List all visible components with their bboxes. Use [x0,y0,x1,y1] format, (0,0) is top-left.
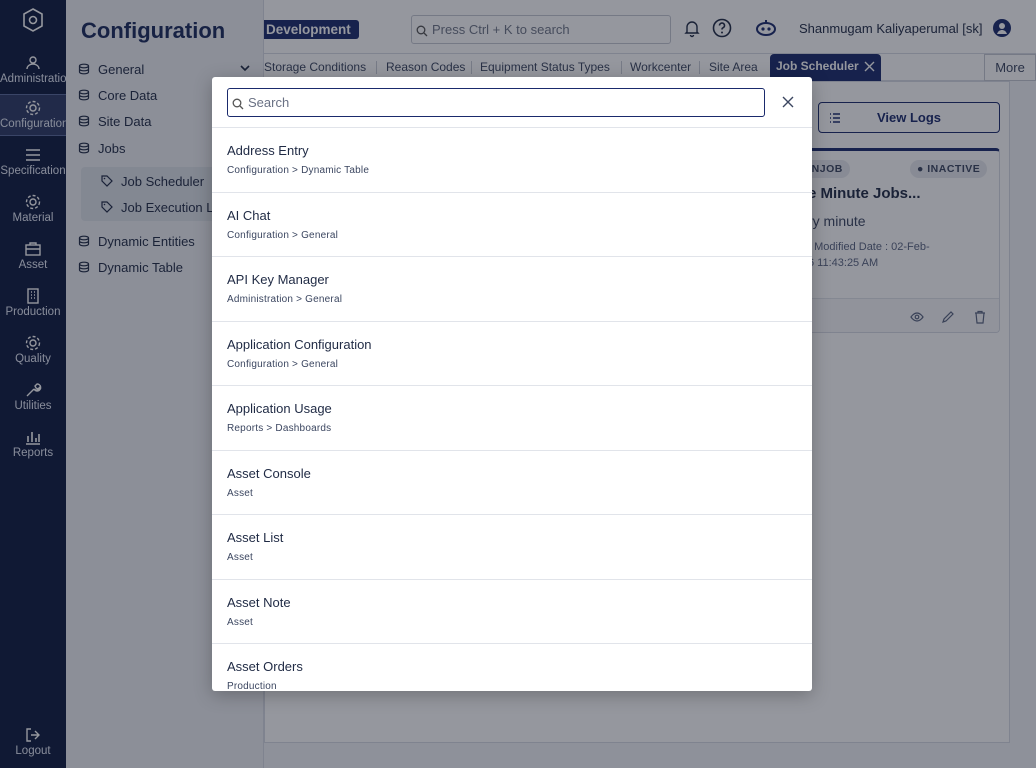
search-results-list: Address Entry Configuration > Dynamic Ta… [212,127,812,691]
close-icon[interactable] [782,96,794,108]
result-title: Asset Orders [227,659,303,674]
result-path: Reports > Dashboards [227,423,332,434]
result-path: Asset [227,616,254,628]
result-title: Asset List [227,530,284,545]
search-placeholder: Search [248,95,290,110]
search-result-item[interactable]: Application Usage Reports > Dashboards [212,385,812,450]
result-title: Application Configuration [227,336,372,352]
search-icon [232,98,244,110]
search-result-item[interactable]: Asset Note Asset [212,578,812,644]
result-path: Configuration > Dynamic Table [227,165,370,176]
result-path: Asset [227,487,254,499]
result-title: Address Entry [227,143,309,158]
result-title: Asset Console [227,465,311,481]
result-path: Asset [227,552,254,563]
search-result-item[interactable]: Asset Console Asset [212,449,812,515]
search-result-item[interactable]: Asset Orders Production [212,643,812,691]
search-result-item[interactable]: Address Entry Configuration > Dynamic Ta… [212,127,812,192]
search-modal: Search Address Entry Configuration > Dyn… [212,77,812,691]
result-title: Asset Note [227,594,291,610]
search-result-item[interactable]: Application Configuration Configuration … [212,320,812,386]
search-result-item[interactable]: AI Chat Configuration > General [212,191,812,257]
result-path: Configuration > General [227,229,339,241]
result-title: AI Chat [227,207,271,223]
result-path: Production [227,681,277,691]
result-title: Application Usage [227,401,332,416]
result-path: Administration > General [227,294,343,305]
result-title: API Key Manager [227,272,329,287]
search-result-item[interactable]: Asset List Asset [212,514,812,579]
modal-search-input[interactable]: Search [227,88,765,117]
search-result-item[interactable]: API Key Manager Administration > General [212,256,812,321]
result-path: Configuration > General [227,358,339,370]
